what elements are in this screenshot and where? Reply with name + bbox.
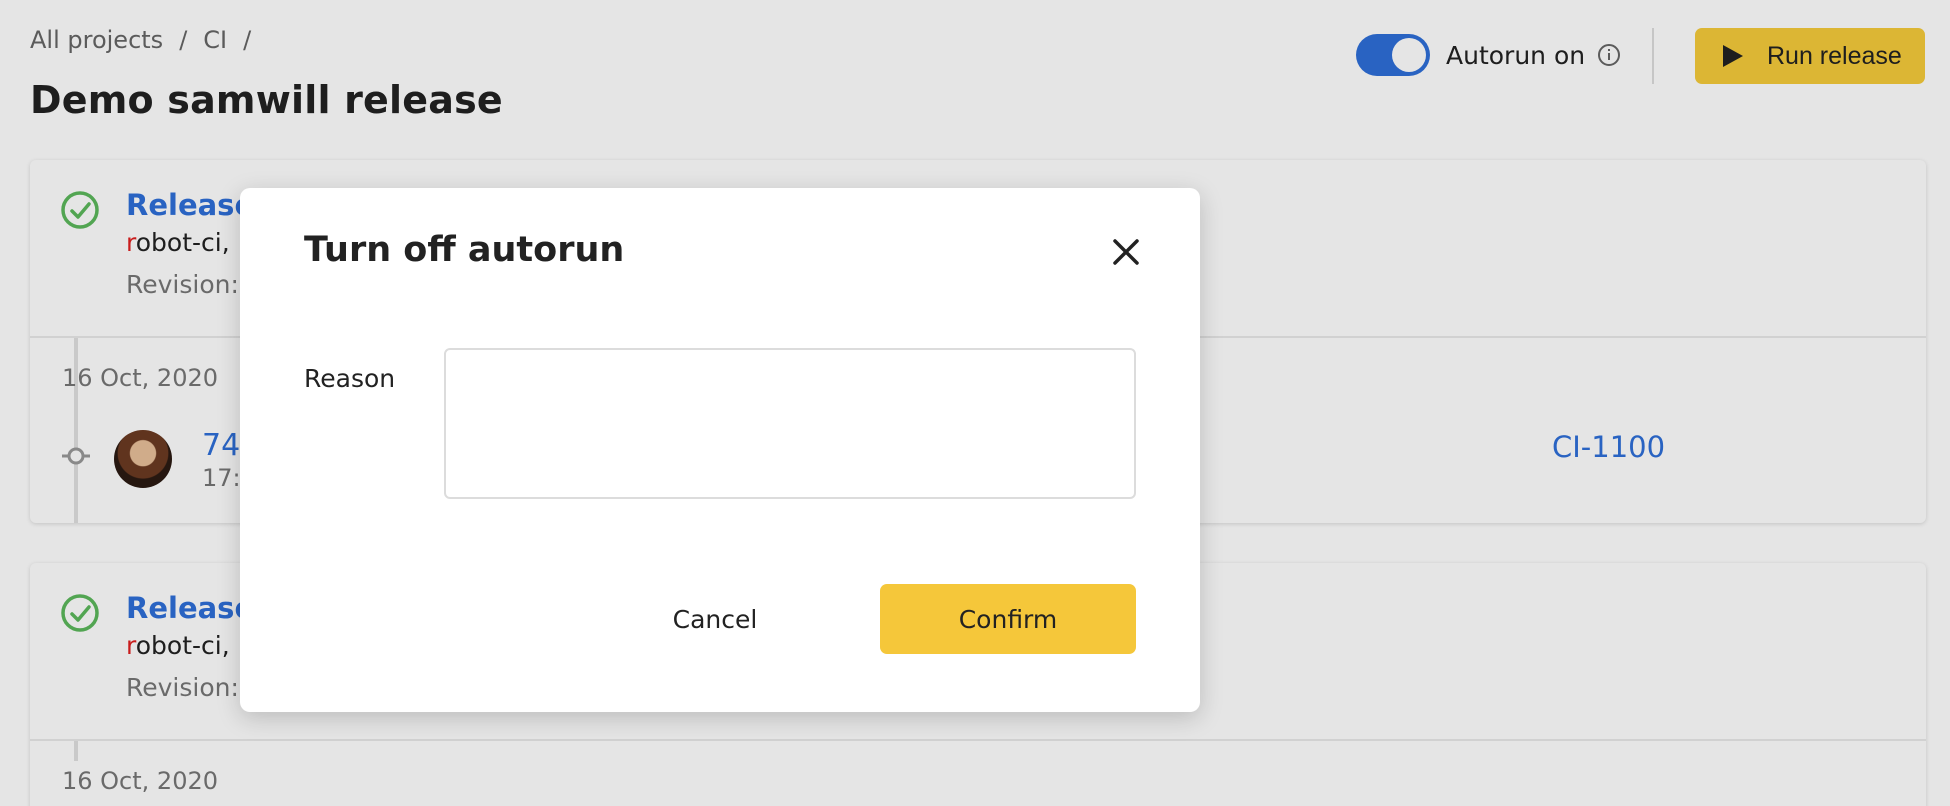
dialog-title: Turn off autorun — [304, 230, 625, 270]
confirm-button[interactable]: Confirm — [880, 584, 1136, 654]
reason-label: Reason — [304, 364, 396, 393]
reason-input[interactable] — [444, 348, 1136, 499]
page: All projects / CI / Demo samwill release… — [0, 0, 1950, 806]
close-icon — [1113, 239, 1139, 265]
turn-off-autorun-dialog: Turn off autorun Reason Cancel Confirm — [240, 188, 1200, 712]
close-button[interactable] — [1110, 236, 1142, 268]
cancel-button[interactable]: Cancel — [630, 584, 800, 654]
